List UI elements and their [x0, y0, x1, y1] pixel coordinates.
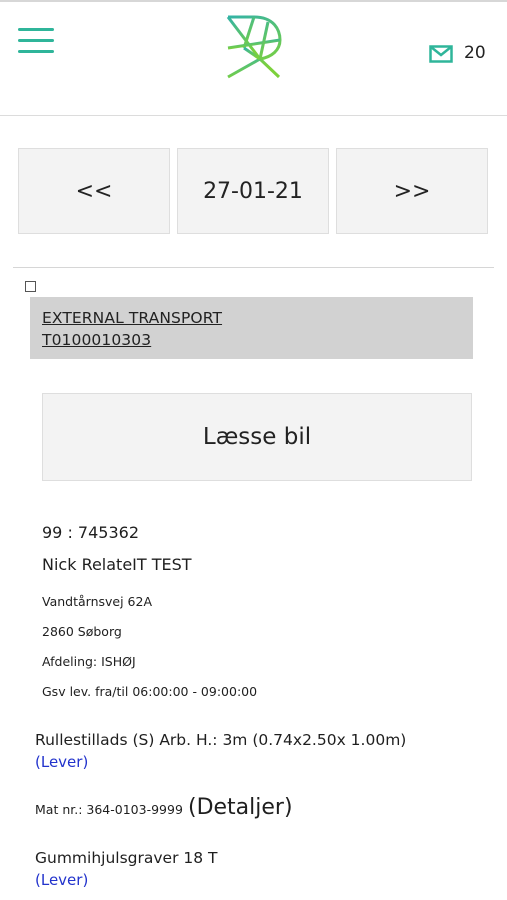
transport-number-link[interactable]: T0100010303: [42, 329, 461, 351]
date-navigation: << 27-01-21 >>: [18, 148, 490, 236]
details-link[interactable]: (Detaljer): [188, 795, 293, 820]
address: Vandtårnsvej 62A: [42, 594, 153, 609]
previous-day-button[interactable]: <<: [18, 148, 170, 234]
app-header: 20: [0, 2, 507, 116]
delivery-time: Gsv lev. fra/til 06:00:00 - 09:00:00: [42, 684, 258, 699]
next-day-button[interactable]: >>: [336, 148, 488, 234]
divider: [13, 267, 494, 268]
material-number: Mat nr.: 364-0103-9999: [35, 802, 183, 817]
material-line: Mat nr.: 364-0103-9999 (Detaljer): [35, 795, 293, 820]
load-vehicle-button[interactable]: Læsse bil: [42, 393, 472, 481]
message-count: 20: [464, 43, 486, 63]
item-name: Gummihjulsgraver 18 T: [35, 849, 218, 867]
city: 2860 Søborg: [42, 624, 122, 639]
logo-icon: [226, 15, 282, 79]
customer-name: Nick RelateIT TEST: [42, 555, 192, 574]
transport-type-link[interactable]: EXTERNAL TRANSPORT: [42, 307, 461, 329]
mail-icon: [429, 45, 453, 63]
item-name: Rullestillads (S) Arb. H.: 3m (0.74x2.50…: [35, 731, 407, 749]
transport-header: EXTERNAL TRANSPORT T0100010303: [30, 297, 473, 359]
deliver-link[interactable]: (Lever): [35, 753, 88, 771]
transport-checkbox[interactable]: [25, 281, 36, 292]
deliver-link[interactable]: (Lever): [35, 871, 88, 889]
app-logo: [224, 14, 284, 80]
menu-icon[interactable]: [18, 28, 54, 56]
current-date-button[interactable]: 27-01-21: [177, 148, 329, 234]
messages-button[interactable]: 20: [429, 42, 489, 66]
order-id: 99 : 745362: [42, 523, 139, 542]
department: Afdeling: ISHØJ: [42, 654, 136, 669]
